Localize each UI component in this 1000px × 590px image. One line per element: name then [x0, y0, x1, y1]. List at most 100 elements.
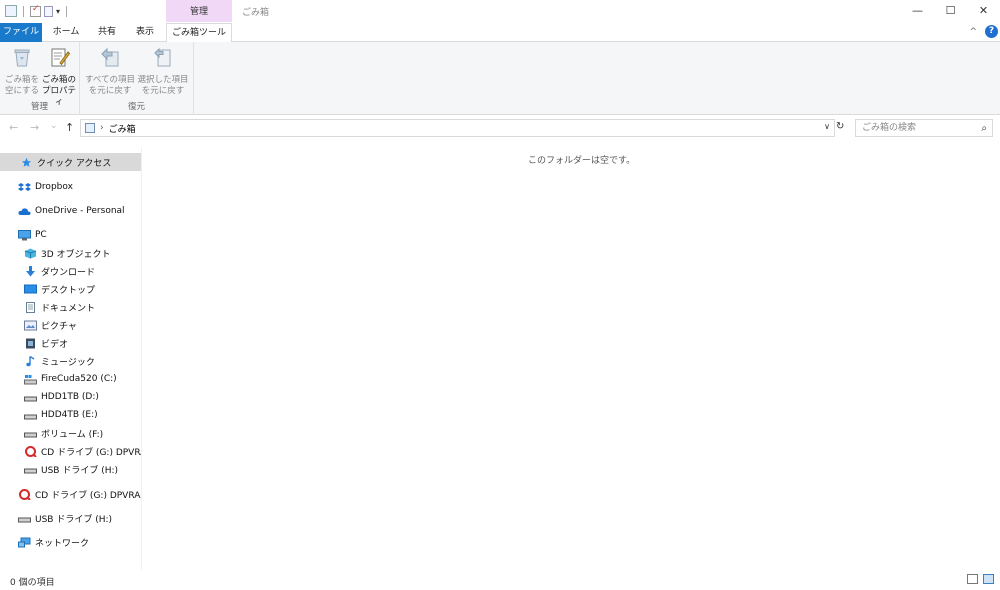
quick-access-toolbar: ▾ [5, 4, 70, 17]
nav-item-onedrive[interactable]: OneDrive - Personal [0, 202, 141, 220]
status-bar: 0 個の項目 [0, 572, 1000, 590]
nav-item-music[interactable]: ミュージック [0, 352, 141, 370]
nav-item-desktop[interactable]: デスクトップ [0, 280, 141, 298]
empty-bin-label-line1: ごみ箱を [4, 75, 39, 85]
address-bar[interactable]: › ごみ箱 ∨ [80, 119, 835, 137]
nav-item-drive-f[interactable]: ボリューム (F:) [0, 424, 141, 442]
item-count: 0 個の項目 [10, 578, 55, 588]
nav-item-downloads[interactable]: ダウンロード [0, 262, 141, 280]
pane-divider[interactable] [141, 147, 142, 570]
cloud-icon [18, 207, 31, 215]
nav-item-network[interactable]: ネットワーク [0, 533, 141, 551]
nav-item-videos[interactable]: ビデオ [0, 334, 141, 352]
large-icons-view-icon[interactable] [983, 574, 994, 584]
tab-file[interactable]: ファイル [0, 23, 42, 42]
nav-label-network: ネットワーク [35, 538, 90, 549]
nav-item-dropbox[interactable]: Dropbox [0, 178, 141, 196]
tab-view[interactable]: 表示 [128, 23, 162, 42]
nav-label-videos: ビデオ [41, 339, 69, 350]
restore-all-label-line2: を元に戻す [88, 86, 132, 96]
recycle-bin-properties-button[interactable]: ごみ箱の プロパティ [40, 46, 78, 108]
window-controls: — ☐ ✕ [901, 0, 1000, 22]
nav-label-drive-c: FireCuda520 (C:) [41, 374, 117, 384]
properties-icon [51, 48, 71, 67]
breadcrumb-recycle-bin[interactable]: ごみ箱 [109, 122, 136, 135]
restore-all-button[interactable]: すべての項目 を元に戻す [84, 46, 136, 97]
nav-item-usb-root[interactable]: USB ドライブ (H:) [0, 509, 141, 527]
nav-label-documents: ドキュメント [41, 303, 96, 314]
properties-check-icon[interactable] [30, 4, 41, 17]
download-arrow-icon [26, 265, 35, 276]
nav-item-drive-h[interactable]: USB ドライブ (H:) [0, 460, 141, 478]
nav-item-3d-objects[interactable]: 3D オブジェクト [0, 244, 141, 262]
nav-label-drive-h: USB ドライブ (H:) [41, 465, 119, 476]
window-title: ごみ箱 [242, 8, 270, 18]
address-dropdown-chevron-icon[interactable]: ∨ [824, 122, 830, 131]
recycle-bin-window-icon[interactable] [5, 5, 17, 17]
search-input[interactable]: ごみ箱の検索 ⌕ [855, 119, 993, 137]
ribbon: ごみ箱を 空にする ごみ箱の プロパティ 管理 すべての項目 を元に戻す 選択し… [0, 42, 1000, 115]
nav-item-pc[interactable]: PC [0, 226, 141, 244]
forward-arrow-icon[interactable]: → [30, 121, 39, 134]
restore-selected-icon [154, 47, 171, 67]
hard-drive-icon [24, 414, 37, 419]
nav-label-pc: PC [35, 230, 47, 240]
nav-label-drive-f: ボリューム (F:) [41, 429, 104, 440]
up-arrow-icon[interactable]: ↑ [65, 121, 74, 134]
minimize-button[interactable]: — [901, 0, 934, 22]
new-folder-icon[interactable] [44, 5, 53, 17]
view-switcher [967, 574, 994, 584]
navigation-pane: クイック アクセス Dropbox OneDrive - Personal PC… [0, 147, 141, 570]
picture-icon [24, 320, 37, 330]
qat-separator [23, 5, 24, 17]
restore-selected-label-line1: 選択した項目 [137, 75, 189, 85]
hard-drive-icon [24, 396, 37, 401]
qat-separator-2 [66, 5, 68, 17]
restore-selected-button[interactable]: 選択した項目 を元に戻す [136, 46, 190, 97]
desktop-icon [24, 284, 37, 293]
nav-label-downloads: ダウンロード [41, 267, 96, 278]
computer-icon [18, 229, 31, 240]
nav-label-drive-d: HDD1TB (D:) [41, 392, 99, 402]
empty-bin-label-line2: 空にする [4, 86, 40, 96]
system-drive-icon [24, 374, 37, 384]
nav-label-desktop: デスクトップ [41, 285, 96, 296]
ribbon-collapse-chevron-icon[interactable]: ^ [969, 27, 977, 37]
qat-customize-chevron-icon[interactable]: ▾ [56, 7, 60, 16]
nav-item-drive-c[interactable]: FireCuda520 (C:) [0, 370, 141, 388]
nav-item-quick-access[interactable]: クイック アクセス [0, 153, 141, 171]
help-icon[interactable]: ? [985, 25, 998, 38]
nav-item-pictures[interactable]: ピクチャ [0, 316, 141, 334]
nav-label-usb-root: USB ドライブ (H:) [35, 514, 113, 525]
usb-drive-icon [24, 468, 37, 473]
film-icon [26, 338, 35, 348]
details-view-icon[interactable] [967, 574, 978, 584]
nav-item-cd-root[interactable]: CD ドライブ (G:) DPVRAssista [0, 485, 141, 503]
recent-locations-chevron-icon[interactable]: ⌄ [50, 121, 58, 131]
cd-drive-icon [19, 488, 31, 500]
network-icon [18, 537, 31, 547]
nav-item-documents[interactable]: ドキュメント [0, 298, 141, 316]
maximize-button[interactable]: ☐ [934, 0, 967, 22]
recycle-bin-location-icon [85, 123, 95, 133]
refresh-icon[interactable]: ↻ [836, 121, 844, 132]
search-icon[interactable]: ⌕ [981, 121, 987, 137]
ribbon-right-controls: ^ ? [969, 25, 998, 38]
navigation-row: ← → ⌄ ↑ › ごみ箱 ∨ ↻ ごみ箱の検索 ⌕ [0, 119, 1000, 137]
tab-recycle-bin-tools[interactable]: ごみ箱ツール [166, 23, 232, 43]
back-arrow-icon[interactable]: ← [9, 121, 18, 134]
context-tab-header: 管理 [166, 0, 232, 22]
nav-label-dropbox: Dropbox [35, 182, 73, 192]
ribbon-group-label-manage: 管理 [30, 102, 48, 112]
nav-item-drive-d[interactable]: HDD1TB (D:) [0, 388, 141, 406]
document-icon [26, 301, 35, 313]
nav-item-drive-g[interactable]: CD ドライブ (G:) DPVRAssis [0, 442, 141, 460]
nav-item-drive-e[interactable]: HDD4TB (E:) [0, 406, 141, 424]
close-button[interactable]: ✕ [967, 0, 1000, 22]
recycle-bin-icon [14, 49, 30, 67]
tab-share[interactable]: 共有 [90, 23, 124, 42]
usb-drive-icon [18, 517, 31, 522]
ribbon-group-label-restore: 復元 [127, 102, 145, 112]
tab-home[interactable]: ホーム [46, 23, 86, 42]
empty-recycle-bin-button[interactable]: ごみ箱を 空にする [4, 46, 40, 97]
